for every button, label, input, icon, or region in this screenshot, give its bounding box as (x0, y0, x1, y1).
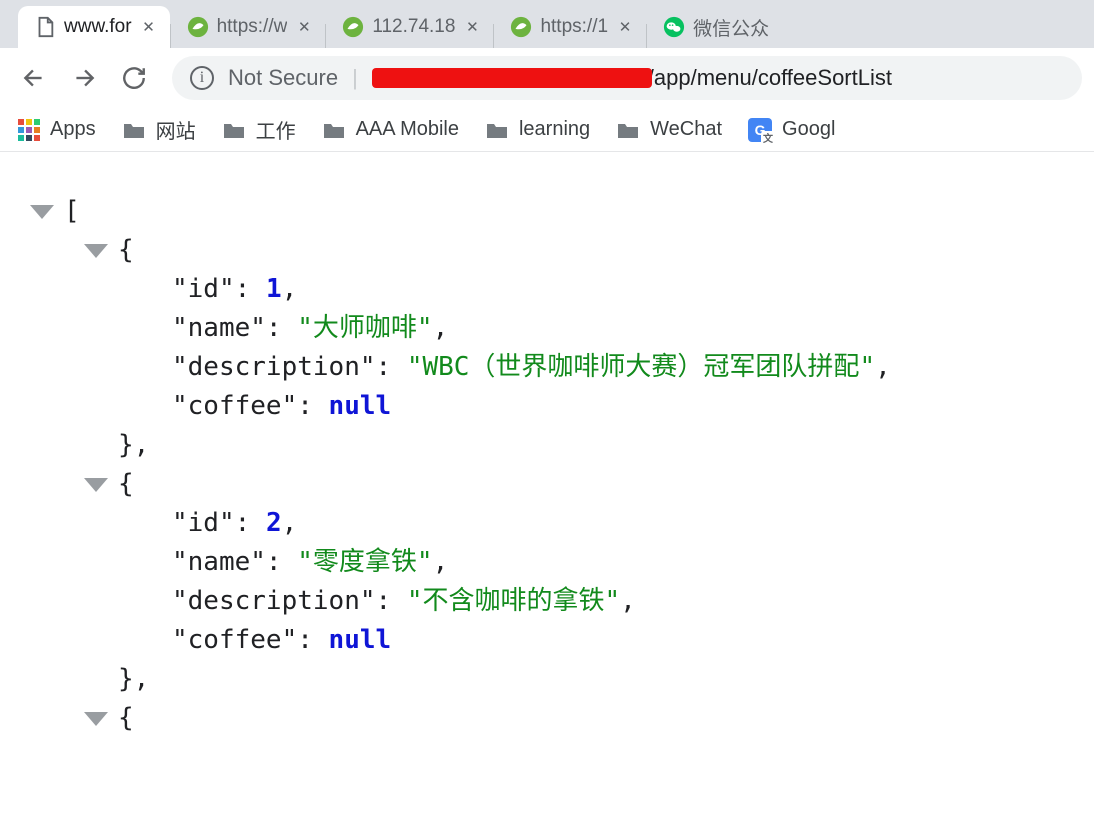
browser-tab-3[interactable]: https://1 ✕ (494, 6, 646, 48)
json-property: "id": 2, (30, 504, 1084, 543)
bookmark-label: 工作 (256, 115, 296, 144)
wechat-icon (663, 16, 685, 38)
browser-tab-1[interactable]: https://w ✕ (171, 6, 326, 48)
json-object-open[interactable]: { (30, 699, 1084, 738)
json-property: "description": "WBC（世界咖啡师大赛）冠军团队拼配", (30, 348, 1084, 387)
tab-title: 微信公众 (693, 14, 769, 41)
tab-strip: www.for ✕ https://w ✕ 112.74.18 ✕ https:… (0, 0, 1094, 48)
bookmark-label: WeChat (650, 118, 722, 141)
tab-title: 112.74.18 (372, 16, 455, 38)
close-icon[interactable]: ✕ (616, 18, 634, 36)
bookmark-folder[interactable]: 工作 (222, 115, 296, 144)
json-key: name (188, 313, 251, 343)
json-key: id (188, 274, 219, 304)
collapse-icon[interactable] (84, 478, 108, 492)
json-object-close: }, (30, 426, 1084, 465)
bookmark-folder[interactable]: WeChat (616, 118, 722, 141)
info-icon[interactable]: i (190, 66, 214, 90)
tab-title: https://w (217, 16, 288, 38)
json-value: 大师咖啡 (313, 313, 417, 343)
redacted-host (372, 68, 652, 88)
json-key: coffee (188, 625, 282, 655)
brace: { (118, 699, 134, 738)
brace: { (118, 231, 134, 270)
reload-button[interactable] (112, 56, 156, 100)
json-array-open[interactable]: [ (30, 192, 1084, 231)
tab-title: https://1 (540, 16, 608, 38)
collapse-icon[interactable] (84, 244, 108, 258)
json-value: 2 (266, 504, 282, 543)
bookmarks-bar: Apps 网站 工作 AAA Mobile learning WeChat G … (0, 108, 1094, 152)
back-button[interactable] (12, 56, 56, 100)
json-value: 不含咖啡的拿铁 (422, 586, 604, 616)
json-property: "coffee": null (30, 621, 1084, 660)
address-bar[interactable]: i Not Secure | /app/menu/coffeeSortList (172, 56, 1082, 100)
close-icon[interactable]: ✕ (140, 18, 158, 36)
bookmark-label: AAA Mobile (356, 118, 459, 141)
json-key: description (188, 586, 360, 616)
json-value: WBC（世界咖啡师大赛）冠军团队拼配 (422, 352, 859, 382)
translate-icon: G (748, 118, 772, 142)
folder-icon (122, 120, 146, 140)
json-object-open[interactable]: { (30, 465, 1084, 504)
bookmark-folder[interactable]: AAA Mobile (322, 118, 459, 141)
browser-toolbar: i Not Secure | /app/menu/coffeeSortList (0, 48, 1094, 108)
json-value: null (329, 387, 392, 426)
brace: { (118, 465, 134, 504)
security-label: Not Secure (228, 65, 338, 91)
bookmark-label: Apps (50, 118, 96, 141)
folder-icon (485, 120, 509, 140)
json-property: "coffee": null (30, 387, 1084, 426)
json-viewer: [ { "id": 1, "name": "大师咖啡", "descriptio… (0, 152, 1094, 748)
bookmark-folder[interactable]: learning (485, 118, 590, 141)
close-icon[interactable]: ✕ (463, 18, 481, 36)
bookmark-folder[interactable]: 网站 (122, 115, 196, 144)
folder-icon (322, 120, 346, 140)
json-property: "id": 1, (30, 270, 1084, 309)
collapse-icon[interactable] (84, 712, 108, 726)
close-icon[interactable]: ✕ (295, 18, 313, 36)
bookmark-gtranslate[interactable]: G Googl (748, 118, 835, 142)
browser-tab-4[interactable]: 微信公众 (647, 6, 781, 48)
bookmark-label: Googl (782, 118, 835, 141)
browser-tab-0[interactable]: www.for ✕ (18, 6, 170, 48)
json-object-open[interactable]: { (30, 231, 1084, 270)
collapse-icon[interactable] (30, 205, 54, 219)
json-key: description (188, 352, 360, 382)
spring-icon (510, 16, 532, 38)
browser-tab-2[interactable]: 112.74.18 ✕ (326, 6, 493, 48)
spring-icon (187, 16, 209, 38)
json-key: id (188, 508, 219, 538)
bookmark-apps[interactable]: Apps (18, 118, 96, 141)
divider: | (352, 65, 358, 91)
url-path: /app/menu/coffeeSortList (648, 65, 892, 91)
json-value: null (329, 621, 392, 660)
page-icon (34, 16, 56, 38)
bracket: [ (64, 192, 80, 231)
forward-button[interactable] (62, 56, 106, 100)
spring-icon (342, 16, 364, 38)
json-property: "description": "不含咖啡的拿铁", (30, 582, 1084, 621)
json-property: "name": "零度拿铁", (30, 543, 1084, 582)
apps-icon (18, 119, 40, 141)
bookmark-label: 网站 (156, 115, 196, 144)
tab-title: www.for (64, 16, 132, 38)
json-key: name (188, 547, 251, 577)
json-object-close: }, (30, 660, 1084, 699)
json-key: coffee (188, 391, 282, 421)
json-value: 零度拿铁 (313, 547, 417, 577)
bookmark-label: learning (519, 118, 590, 141)
folder-icon (616, 120, 640, 140)
folder-icon (222, 120, 246, 140)
json-property: "name": "大师咖啡", (30, 309, 1084, 348)
json-value: 1 (266, 270, 282, 309)
